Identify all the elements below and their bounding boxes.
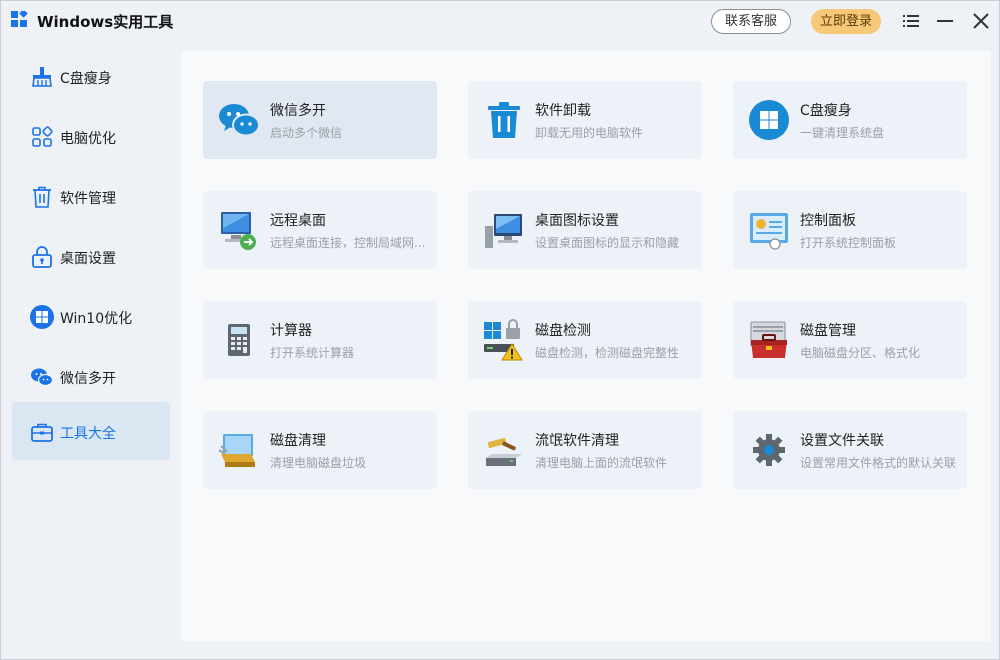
close-icon[interactable]	[971, 11, 991, 31]
tool-title: 磁盘检测	[535, 323, 591, 339]
sidebar-item-label: 电脑优化	[60, 131, 116, 147]
sidebar: C盘瘦身 电脑优化 软件管理 桌面设置 Win10优化 微信多开 工具大全	[1, 41, 181, 659]
disk-check-icon	[484, 319, 523, 361]
tool-subtitle: 打开系统控制面板	[800, 236, 897, 250]
sidebar-item-label: 软件管理	[60, 191, 116, 207]
control-panel-icon	[750, 213, 788, 250]
calculator-icon	[228, 324, 250, 356]
sidebar-item-label: 桌面设置	[60, 251, 116, 267]
sidebar-item-label: 微信多开	[60, 371, 116, 387]
tool-subtitle: 磁盘检测，检测磁盘完整性	[535, 346, 680, 360]
app-title: Windows实用工具	[37, 13, 174, 31]
sidebar-item-c-drive-slim[interactable]: C盘瘦身	[12, 47, 170, 105]
sidebar-item-label: C盘瘦身	[60, 71, 112, 87]
tool-subtitle: 打开系统计算器	[270, 346, 355, 360]
app-logo-icon	[11, 11, 28, 27]
tool-title: 磁盘管理	[800, 323, 856, 339]
sidebar-item-wechat-multi[interactable]: 微信多开	[12, 347, 170, 405]
tools-panel: 微信多开 启动多个微信 软件卸载 卸载无用的电脑软件 C盘瘦身 一键清理系统盘 …	[181, 51, 991, 641]
tool-subtitle: 一键清理系统盘	[800, 126, 885, 140]
malware-cleanup-icon	[486, 437, 522, 466]
tool-title: 设置文件关联	[800, 433, 884, 449]
lock-icon	[32, 246, 52, 268]
windows-logo-icon	[749, 100, 789, 140]
trash-icon	[33, 186, 51, 208]
disk-management-icon	[750, 321, 787, 358]
sidebar-item-win10-optimize[interactable]: Win10优化	[12, 287, 170, 345]
sidebar-item-desktop-settings[interactable]: 桌面设置	[12, 227, 170, 285]
tool-title: 微信多开	[270, 103, 326, 119]
tool-card-disk-check[interactable]: 磁盘检测 磁盘检测，检测磁盘完整性	[468, 301, 702, 379]
tool-subtitle: 设置常用文件格式的默认关联	[800, 456, 957, 470]
minimize-icon[interactable]	[935, 11, 955, 31]
tool-card-file-association[interactable]: 设置文件关联 设置常用文件格式的默认关联	[733, 411, 967, 489]
contact-support-button[interactable]: 联系客服	[711, 9, 791, 34]
tool-subtitle: 设置桌面图标的显示和隐藏	[535, 236, 680, 250]
grid-icon	[32, 126, 53, 147]
tool-title: 远程桌面	[270, 213, 326, 229]
tool-subtitle: 启动多个微信	[270, 126, 343, 140]
desktop-computer-icon	[485, 214, 522, 248]
disk-cleanup-icon	[218, 434, 255, 467]
sidebar-item-pc-optimize[interactable]: 电脑优化	[12, 107, 170, 165]
login-button[interactable]: 立即登录	[811, 9, 881, 34]
tool-card-malware-cleanup[interactable]: 流氓软件清理 清理电脑上面的流氓软件	[468, 411, 702, 489]
tool-subtitle: 电脑磁盘分区、格式化	[800, 346, 921, 360]
tool-title: C盘瘦身	[800, 103, 852, 119]
trash-icon	[488, 102, 520, 138]
sidebar-item-toolbox[interactable]: 工具大全	[12, 402, 170, 460]
title-bar: Windows实用工具 联系客服 立即登录	[1, 1, 999, 41]
tool-card-uninstall[interactable]: 软件卸载 卸载无用的电脑软件	[468, 81, 702, 159]
sidebar-item-label: 工具大全	[60, 426, 116, 442]
tool-title: 控制面板	[800, 213, 856, 229]
tool-title: 桌面图标设置	[535, 213, 619, 229]
tool-title: 磁盘清理	[270, 433, 326, 449]
tool-card-remote-desktop[interactable]: 远程桌面 远程桌面连接，控制局域网...	[203, 191, 437, 269]
tool-card-control-panel[interactable]: 控制面板 打开系统控制面板	[733, 191, 967, 269]
tool-card-calculator[interactable]: 计算器 打开系统计算器	[203, 301, 437, 379]
tool-subtitle: 清理电脑磁盘垃圾	[270, 456, 367, 470]
tool-subtitle: 卸载无用的电脑软件	[535, 126, 644, 140]
tool-card-wechat-multi[interactable]: 微信多开 启动多个微信	[203, 81, 437, 159]
wechat-icon	[219, 104, 260, 137]
app-window: Windows实用工具 联系客服 立即登录 C盘瘦身 电脑优化 软件管理 桌面设…	[0, 0, 1000, 660]
tool-card-c-drive-slim[interactable]: C盘瘦身 一键清理系统盘	[733, 81, 967, 159]
sidebar-item-software-manage[interactable]: 软件管理	[12, 167, 170, 225]
gear-icon	[753, 434, 785, 466]
tool-title: 计算器	[270, 323, 312, 339]
sidebar-item-label: Win10优化	[60, 311, 133, 327]
tool-card-desktop-icons[interactable]: 桌面图标设置 设置桌面图标的显示和隐藏	[468, 191, 702, 269]
tool-subtitle: 远程桌面连接，控制局域网...	[270, 236, 426, 250]
tool-title: 软件卸载	[535, 103, 591, 119]
toolbox-icon	[31, 423, 53, 442]
tool-card-disk-cleanup[interactable]: 磁盘清理 清理电脑磁盘垃圾	[203, 411, 437, 489]
tool-title: 流氓软件清理	[535, 433, 619, 449]
remote-desktop-icon	[221, 212, 256, 250]
broom-icon	[32, 67, 52, 87]
windows-logo-icon	[30, 305, 54, 329]
menu-list-icon[interactable]	[901, 11, 921, 31]
tool-card-disk-management[interactable]: 磁盘管理 电脑磁盘分区、格式化	[733, 301, 967, 379]
tool-subtitle: 清理电脑上面的流氓软件	[535, 456, 668, 470]
wechat-icon	[31, 368, 54, 387]
